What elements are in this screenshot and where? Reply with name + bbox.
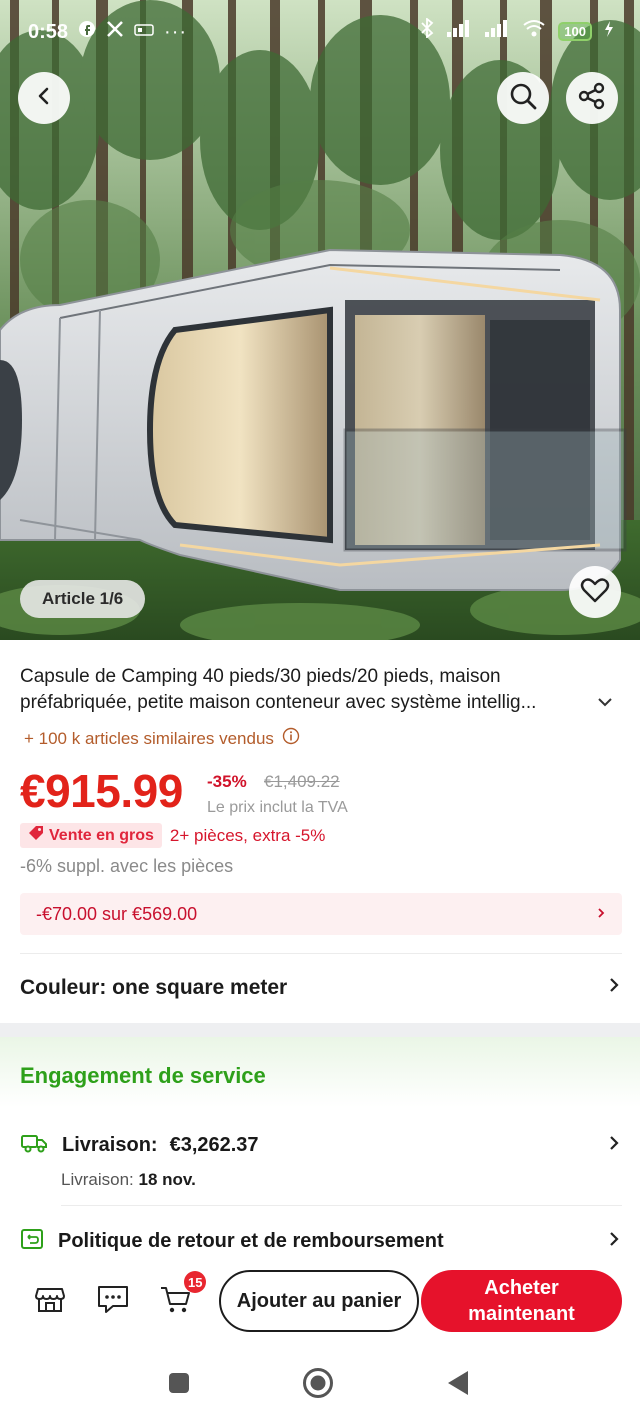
chat-icon (96, 1283, 130, 1320)
shipping-price: €3,262.37 (169, 1134, 259, 1156)
chevron-right-icon (608, 1134, 620, 1157)
image-counter: Article 1/6 (20, 580, 146, 618)
store-button[interactable] (32, 1283, 68, 1319)
sold-count: + 100 k articles similaires vendus (24, 727, 300, 750)
chevron-down-icon[interactable] (596, 690, 614, 716)
buy-now-button[interactable]: Acheter maintenant (421, 1270, 622, 1332)
wholesale-tag: Vente en gros (20, 823, 162, 848)
extra-discount: -6% suppl. avec les pièces (20, 856, 234, 876)
nfc-icon (134, 21, 154, 44)
x-icon (106, 20, 124, 44)
back-triangle-icon (445, 1369, 471, 1402)
add-to-cart-button[interactable]: Ajouter au panier (219, 1270, 419, 1332)
chat-button[interactable] (95, 1283, 131, 1319)
return-policy-label: Politique de retour et de remboursement (58, 1230, 444, 1252)
chevron-right-icon (608, 976, 620, 1000)
signal-icon (484, 19, 510, 43)
coupon-text: -€70.00 sur €569.00 (36, 903, 198, 924)
wholesale-tag-label: Vente en gros (49, 826, 154, 844)
product-title-line2: préfabriquée, petite maison conteneur av… (20, 692, 537, 713)
color-selector[interactable]: Couleur: one square meter (20, 976, 620, 1000)
bluetooth-icon (420, 17, 434, 44)
search-button[interactable] (497, 72, 549, 124)
charging-icon (604, 20, 614, 43)
heart-icon (580, 576, 610, 609)
service-title: Engagement de service (20, 1063, 266, 1088)
coupon-banner[interactable]: -€70.00 sur €569.00 (20, 893, 622, 935)
store-icon (34, 1283, 66, 1320)
search-icon (508, 81, 538, 116)
current-price: €915.99 (20, 765, 183, 817)
vat-note: Le prix inclut la TVA (207, 799, 348, 816)
divider (20, 953, 622, 954)
wholesale-offer: Vente en gros 2+ pièces, extra -5% (20, 823, 325, 848)
product-title-line1: Capsule de Camping 40 pieds/30 pieds/20 … (20, 666, 501, 687)
share-icon (577, 81, 607, 116)
chevron-right-icon (608, 1230, 620, 1253)
recent-apps-button[interactable] (164, 1370, 194, 1400)
product-image-gallery[interactable]: 0:58 ··· 100 Article 1/6 (0, 0, 640, 640)
truck-icon (20, 1131, 48, 1160)
return-icon (20, 1227, 44, 1256)
square-icon (167, 1371, 191, 1400)
discount-percent: -35% (207, 772, 247, 791)
chevron-right-icon (596, 904, 606, 925)
delivery-label: Livraison: (61, 1170, 134, 1189)
more-dots-icon: ··· (164, 20, 188, 43)
wifi-icon (522, 19, 546, 43)
section-separator (0, 1023, 640, 1037)
battery-icon: 100 (558, 21, 592, 41)
home-circle-icon (302, 1367, 334, 1404)
shipping-row[interactable]: Livraison: €3,262.37 (20, 1131, 620, 1160)
facebook-icon (78, 20, 96, 44)
original-price: €1,409.22 (264, 772, 340, 791)
divider (61, 1205, 622, 1206)
status-bar: 0:58 ··· 100 (0, 0, 640, 64)
back-button[interactable] (18, 72, 70, 124)
delivery-date: Livraison: 18 nov. (61, 1170, 196, 1190)
home-button[interactable] (303, 1367, 333, 1400)
price-tag-icon (28, 825, 44, 846)
signal-icon (446, 19, 472, 43)
wholesale-offer-text: 2+ pièces, extra -5% (169, 825, 326, 845)
product-title[interactable]: Capsule de Camping 40 pieds/30 pieds/20 … (20, 664, 620, 716)
share-button[interactable] (566, 72, 618, 124)
back-nav-button[interactable] (443, 1370, 473, 1400)
back-arrow-icon (34, 86, 54, 111)
status-time: 0:58 (28, 20, 69, 43)
sold-count-text: + 100 k articles similaires vendus (24, 728, 274, 748)
info-icon[interactable] (282, 727, 300, 750)
return-policy-row[interactable]: Politique de retour et de remboursement (20, 1227, 620, 1256)
wishlist-button[interactable] (569, 566, 621, 618)
delivery-date-value: 18 nov. (138, 1170, 196, 1189)
color-selector-label: Couleur: one square meter (20, 976, 288, 999)
shipping-label: Livraison: (62, 1134, 158, 1156)
